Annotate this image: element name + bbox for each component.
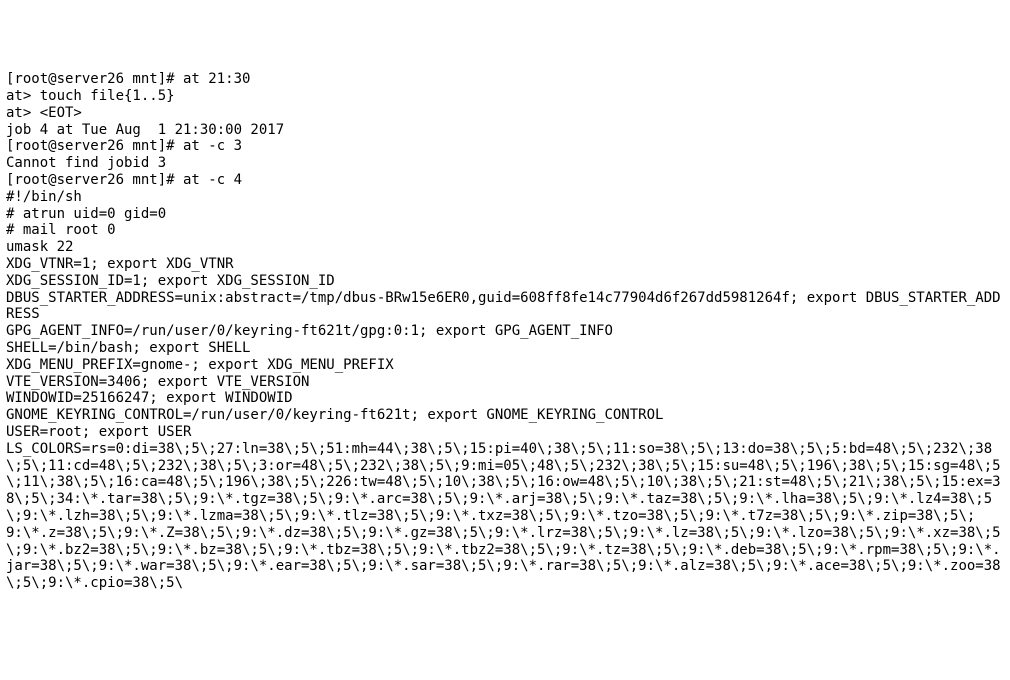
terminal-line: DBUS_STARTER_ADDRESS=unix:abstract=/tmp/…: [6, 290, 1004, 324]
terminal-line: [root@server26 mnt]# at -c 4: [6, 172, 1004, 189]
terminal-line: at> <EOT>: [6, 105, 1004, 122]
terminal-line: Cannot find jobid 3: [6, 155, 1004, 172]
terminal-line: #!/bin/sh: [6, 189, 1004, 206]
terminal-line: XDG_VTNR=1; export XDG_VTNR: [6, 256, 1004, 273]
terminal-line: SHELL=/bin/bash; export SHELL: [6, 340, 1004, 357]
terminal-line: WINDOWID=25166247; export WINDOWID: [6, 390, 1004, 407]
terminal-line: GNOME_KEYRING_CONTROL=/run/user/0/keyrin…: [6, 407, 1004, 424]
terminal-line: # atrun uid=0 gid=0: [6, 206, 1004, 223]
terminal-output[interactable]: [root@server26 mnt]# at 21:30at> touch f…: [6, 71, 1004, 592]
terminal-line: [root@server26 mnt]# at 21:30: [6, 71, 1004, 88]
terminal-line: USER=root; export USER: [6, 424, 1004, 441]
terminal-line: # mail root 0: [6, 222, 1004, 239]
terminal-line: VTE_VERSION=3406; export VTE_VERSION: [6, 374, 1004, 391]
terminal-line: XDG_MENU_PREFIX=gnome-; export XDG_MENU_…: [6, 357, 1004, 374]
terminal-line: XDG_SESSION_ID=1; export XDG_SESSION_ID: [6, 273, 1004, 290]
terminal-line: at> touch file{1..5}: [6, 88, 1004, 105]
terminal-line: LS_COLORS=rs=0:di=38\;5\;27:ln=38\;5\;51…: [6, 441, 1004, 592]
terminal-line: umask 22: [6, 239, 1004, 256]
terminal-line: job 4 at Tue Aug 1 21:30:00 2017: [6, 122, 1004, 139]
terminal-line: GPG_AGENT_INFO=/run/user/0/keyring-ft621…: [6, 323, 1004, 340]
terminal-line: [root@server26 mnt]# at -c 3: [6, 138, 1004, 155]
